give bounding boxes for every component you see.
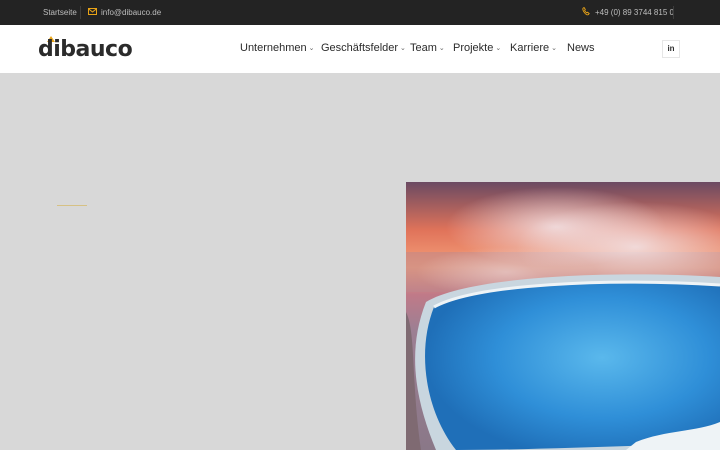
nav-item-label: News (567, 42, 595, 54)
nav-item-geschaeftsfelder[interactable]: Geschäftsfelder ⌄ (321, 42, 406, 54)
landscape-photo (406, 182, 720, 450)
email-link[interactable]: info@dibauco.de (101, 8, 161, 17)
topbar-divider (80, 6, 81, 19)
chevron-down-icon: ⌄ (551, 45, 557, 52)
nav-item-team[interactable]: Team ⌄ (410, 42, 445, 54)
chevron-down-icon: ⌄ (495, 45, 502, 52)
nav-item-label: Geschäftsfelder (321, 42, 399, 54)
chevron-down-icon: ⌄ (400, 45, 406, 52)
nav-item-news[interactable]: News (567, 42, 595, 54)
linkedin-icon[interactable]: in (662, 40, 680, 58)
hero-photo (406, 182, 720, 450)
phone-link[interactable]: +49 (0) 89 3744 815 0 (595, 8, 674, 17)
home-link[interactable]: Startseite (43, 8, 77, 17)
nav-item-label: Unternehmen (240, 42, 307, 54)
nav-item-label: Karriere (510, 42, 550, 54)
site-header: dibauco Unternehmen ⌄ Geschäftsfelder ⌄ Te… (0, 25, 720, 73)
top-bar: Startseite info@dibauco.de +49 (0) 89 37… (0, 0, 720, 25)
hero-accent-line (57, 205, 87, 206)
nav-item-projekte[interactable]: Projekte ⌄ (453, 42, 501, 54)
nav-item-label: Team (410, 42, 437, 54)
logo-text: dibauco (38, 37, 133, 62)
envelope-icon (88, 8, 97, 15)
phone-icon (582, 7, 590, 16)
nav-item-label: Projekte (453, 42, 494, 54)
chevron-down-icon: ⌄ (308, 45, 315, 52)
topbar-divider-right (673, 6, 674, 19)
chevron-down-icon: ⌄ (438, 45, 445, 52)
logo[interactable]: dibauco (38, 33, 133, 65)
nav-item-karriere[interactable]: Karriere ⌄ (510, 42, 557, 54)
nav-item-unternehmen[interactable]: Unternehmen ⌄ (240, 42, 315, 54)
